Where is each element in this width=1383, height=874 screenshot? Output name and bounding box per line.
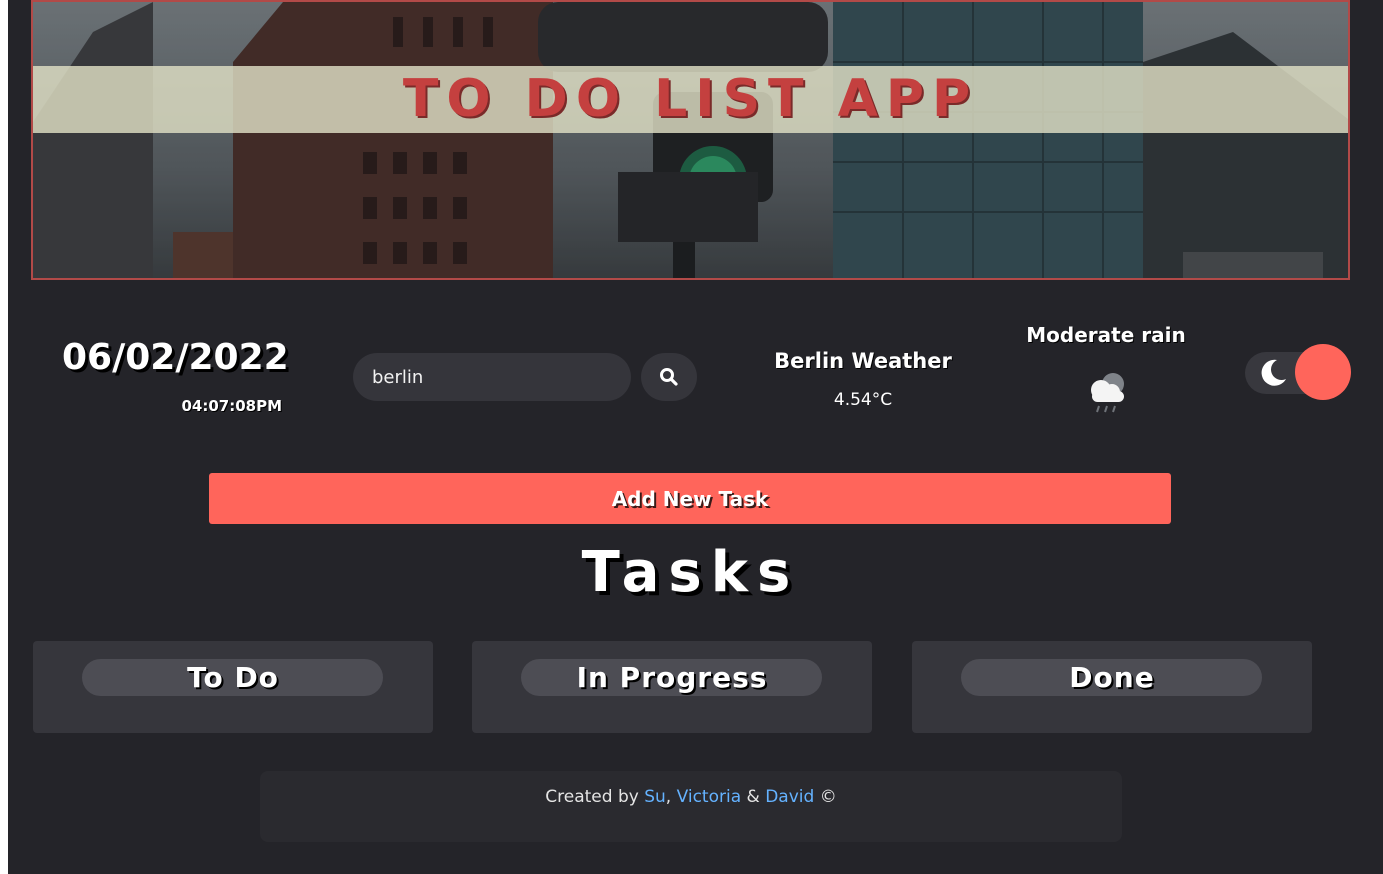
todo-column: To Do bbox=[33, 641, 433, 733]
weather-description: Moderate rain bbox=[1026, 323, 1186, 347]
search-icon bbox=[660, 368, 678, 386]
add-new-task-label: Add New Task bbox=[611, 486, 769, 511]
add-new-task-button[interactable]: Add New Task bbox=[209, 473, 1171, 524]
app-root: TO DO LIST APP 06/02/2022 04:07:08PM Ber… bbox=[8, 0, 1383, 874]
in-progress-column: In Progress bbox=[472, 641, 872, 733]
footer-prefix: Created by bbox=[545, 787, 639, 807]
todo-column-title: To Do bbox=[187, 661, 279, 694]
banner-city-image bbox=[33, 2, 1348, 278]
done-column: Done bbox=[912, 641, 1312, 733]
tasks-heading: Tasks bbox=[581, 540, 800, 605]
in-progress-column-title: In Progress bbox=[576, 661, 768, 694]
current-date: 06/02/2022 bbox=[62, 337, 289, 378]
author-link-david[interactable]: David bbox=[765, 787, 814, 807]
copyright-symbol: © bbox=[819, 787, 837, 807]
author-link-victoria[interactable]: Victoria bbox=[677, 787, 742, 807]
moon-icon bbox=[1261, 359, 1286, 386]
app-title: TO DO LIST APP bbox=[402, 69, 979, 129]
footer-comma: , bbox=[665, 787, 672, 807]
city-search-input[interactable] bbox=[353, 353, 631, 401]
current-time: 04:07:08PM bbox=[181, 397, 282, 415]
done-column-title: Done bbox=[1069, 661, 1155, 694]
author-link-su[interactable]: Su bbox=[644, 787, 666, 807]
footer-ampersand: & bbox=[746, 787, 760, 807]
weather-city-title: Berlin Weather bbox=[774, 349, 952, 373]
theme-toggle[interactable] bbox=[1245, 344, 1351, 400]
rain-cloud-icon bbox=[1082, 370, 1132, 420]
footer: Created by Su, Victoria & David © bbox=[260, 771, 1122, 842]
search-button[interactable] bbox=[641, 353, 697, 401]
header-banner: TO DO LIST APP bbox=[31, 0, 1350, 280]
weather-temperature: 4.54°C bbox=[833, 390, 893, 410]
toggle-knob[interactable] bbox=[1295, 344, 1351, 400]
